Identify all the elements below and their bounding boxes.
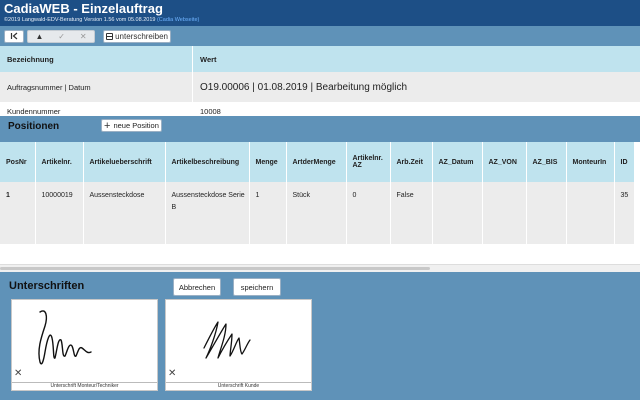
- column-header[interactable]: Artikelnr.: [35, 142, 84, 182]
- signature-caption: Unterschrift Kunde: [166, 382, 311, 390]
- positions-title: Positionen: [8, 121, 60, 132]
- col-wert: Wert: [200, 54, 217, 64]
- column-header[interactable]: AZ_Datum: [432, 142, 483, 182]
- table-cell: Stück: [286, 182, 347, 244]
- order-details-table: Bezeichnung Wert Auftragsnummer | Datum …: [0, 46, 640, 118]
- cancel-icon[interactable]: ✕: [80, 32, 87, 41]
- signatures-title: Unterschriften: [9, 280, 85, 292]
- column-header[interactable]: PosNr: [0, 142, 36, 182]
- signature-stroke: [203, 321, 251, 359]
- app-subtitle: ©2019 Langwald-EDV-Beratung Version 1.56…: [4, 16, 636, 24]
- save-button[interactable]: speichern: [233, 278, 281, 296]
- clear-x-icon[interactable]: ✕: [168, 368, 176, 379]
- column-header[interactable]: ArtderMenge: [286, 142, 347, 182]
- details-header: Bezeichnung Wert: [0, 46, 640, 72]
- table-cell: [482, 182, 527, 244]
- table-header-row: PosNr Artikelnr. Artikelueberschrift Art…: [0, 142, 635, 182]
- signature-pad-customer[interactable]: ✕ Unterschrift Kunde: [165, 299, 312, 391]
- column-header[interactable]: Menge: [249, 142, 287, 182]
- table-cell: 0: [346, 182, 391, 244]
- app-title: CadiaWEB - Einzelauftrag: [4, 1, 163, 16]
- table-cell: 35: [614, 182, 635, 244]
- version-text: ©2019 Langwald-EDV-Beratung Version 1.56…: [4, 17, 156, 23]
- sign-button[interactable]: unterschreiben: [103, 29, 171, 43]
- clear-x-icon[interactable]: ✕: [14, 368, 22, 379]
- detail-value: O19.00006 | 01.08.2019 | Bearbeitung mög…: [200, 81, 408, 93]
- add-position-label: neue Position: [113, 121, 159, 130]
- signature-caption: Unterschrift Monteur/Techniker: [12, 382, 157, 390]
- table-cell: False: [390, 182, 433, 244]
- cancel-button[interactable]: Abbrechen: [173, 278, 221, 296]
- move-up-icon[interactable]: ▲: [35, 32, 43, 41]
- edit-button-group: ▲ ✓ ✕: [27, 29, 95, 43]
- table-cell: [526, 182, 567, 244]
- first-record-button[interactable]: [4, 29, 24, 43]
- column-header[interactable]: Artikelueberschrift: [83, 142, 166, 182]
- signatures-section: Unterschriften Abbrechen speichern ✕ Unt…: [0, 272, 640, 400]
- column-header[interactable]: Arb.Zeit: [390, 142, 433, 182]
- scrollbar-thumb[interactable]: [0, 267, 430, 270]
- sign-button-label: unterschreiben: [115, 31, 168, 41]
- check-icon[interactable]: ✓: [58, 32, 65, 41]
- card-icon: [106, 32, 114, 40]
- first-page-icon: [10, 32, 17, 40]
- website-link[interactable]: (Cadia Webseite): [157, 17, 199, 23]
- column-header[interactable]: AZ_BIS: [526, 142, 567, 182]
- table-cell: [432, 182, 483, 244]
- table-cell: 10000019: [35, 182, 84, 244]
- table-cell: Aussensteckdose Serie B: [165, 182, 250, 244]
- column-header[interactable]: Artikelbeschreibung: [165, 142, 250, 182]
- table-cell: 1: [249, 182, 287, 244]
- table-cell: 1: [0, 182, 36, 244]
- table-cell: Aussensteckdose: [83, 182, 166, 244]
- table-cell: [566, 182, 615, 244]
- details-row: Auftragsnummer | Datum O19.00006 | 01.08…: [0, 72, 640, 102]
- column-header[interactable]: Artikelnr. AZ: [346, 142, 391, 182]
- table-row[interactable]: 1 10000019 Aussensteckdose Aussensteckdo…: [0, 182, 635, 244]
- col-bezeichnung: Bezeichnung: [0, 46, 193, 72]
- app-header: CadiaWEB - Einzelauftrag ©2019 Langwald-…: [0, 0, 640, 26]
- column-header[interactable]: ID: [614, 142, 635, 182]
- column-header[interactable]: MonteurIn: [566, 142, 615, 182]
- plus-icon: +: [104, 119, 111, 132]
- positions-bar: Positionen + neue Position: [0, 116, 640, 142]
- positions-table: PosNr Artikelnr. Artikelueberschrift Art…: [0, 142, 640, 272]
- add-position-button[interactable]: + neue Position: [101, 119, 162, 132]
- horizontal-scrollbar[interactable]: [0, 264, 640, 272]
- detail-label: Auftragsnummer | Datum: [0, 72, 193, 102]
- column-header[interactable]: AZ_VON: [482, 142, 527, 182]
- signature-stroke: [38, 310, 92, 365]
- toolbar: ▲ ✓ ✕ unterschreiben: [0, 26, 640, 46]
- signature-pad-technician[interactable]: ✕ Unterschrift Monteur/Techniker: [11, 299, 158, 391]
